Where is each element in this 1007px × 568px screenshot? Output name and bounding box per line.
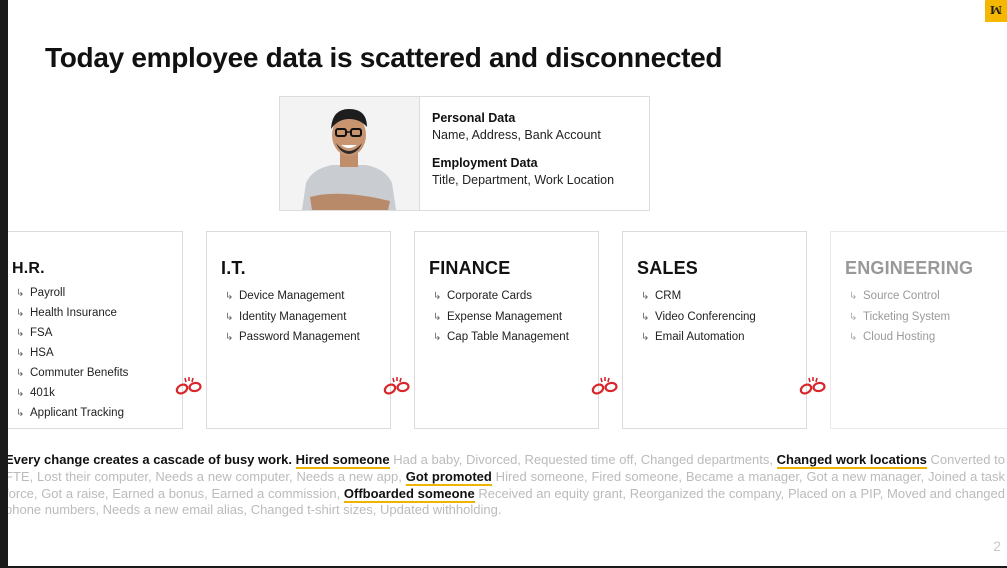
arrow-icon: ↳	[225, 332, 234, 343]
paragraph-text: Had a baby, Divorced, Requested time off…	[389, 452, 777, 467]
employee-profile-card: Personal Data Name, Address, Bank Accoun…	[279, 96, 650, 211]
highlight-offboarded: Offboarded someone	[343, 485, 475, 503]
arrow-icon: ↳	[16, 308, 25, 319]
list-item: ↳ CRM	[641, 290, 682, 302]
list-item: ↳ Email Automation	[641, 331, 745, 343]
slide: ꟽ Today employee data is scattered and d…	[8, 0, 1007, 566]
cascade-paragraph: Every change creates a cascade of busy w…	[8, 452, 1005, 519]
employee-photo	[280, 97, 420, 210]
highlight-changed-locations: Changed work locations	[776, 452, 927, 469]
paragraph-lead: Every change creates a cascade of busy w…	[8, 452, 292, 467]
list-item: ↳ Corporate Cards	[433, 290, 533, 302]
list-item: ↳ Ticketing System	[849, 310, 951, 323]
arrow-icon: ↳	[433, 311, 442, 323]
broken-link-icon	[799, 377, 826, 395]
highlight-hired: Hired someone	[295, 452, 390, 469]
arrow-icon: ↳	[16, 368, 25, 379]
list-item: ↳ Cap Table Management	[433, 331, 569, 343]
arrow-icon: ↳	[16, 388, 25, 399]
broken-link-icon	[383, 377, 410, 395]
arrow-icon: ↳	[16, 348, 25, 359]
list-item: ↳ Payroll	[16, 287, 66, 299]
list-item: ↳ Health Insurance	[16, 307, 117, 319]
list-item: ↳ Video Conferencing	[641, 310, 756, 323]
personal-data-fields: Name, Address, Bank Account	[432, 128, 601, 142]
arrow-icon: ↳	[641, 311, 650, 323]
arrow-icon: ↳	[849, 311, 858, 323]
dept-title: SALES	[637, 258, 699, 278]
broken-link-icon	[591, 377, 618, 395]
dept-card-sales: SALES ↳ CRM ↳ Video Conferencing ↳ Email Au…	[622, 231, 807, 429]
employment-data-heading: Employment Data	[432, 156, 538, 170]
personal-data-heading: Personal Data	[432, 111, 516, 125]
arrow-icon: ↳	[849, 332, 858, 343]
dept-title: H.R.	[12, 260, 45, 277]
dept-card-finance: FINANCE ↳ Corporate Cards ↳ Expense Manage…	[414, 231, 599, 429]
arrow-icon: ↳	[225, 311, 234, 323]
employment-data-fields: Title, Department, Work Location	[432, 173, 615, 187]
list-item: ↳ Cloud Hosting	[849, 331, 936, 343]
list-item: ↳ Source Control	[849, 290, 940, 302]
arrow-icon: ↳	[641, 332, 650, 343]
list-item: ↳ Password Management	[225, 331, 360, 343]
list-item: ↳ Device Management	[225, 290, 345, 302]
list-item: ↳ HSA	[16, 347, 54, 359]
arrow-icon: ↳	[641, 291, 650, 302]
list-item: ↳ Applicant Tracking	[16, 407, 124, 419]
list-item: ↳ Expense Management	[433, 310, 563, 323]
arrow-icon: ↳	[433, 291, 442, 302]
arrow-icon: ↳	[225, 291, 234, 302]
arrow-icon: ↳	[433, 332, 442, 343]
dept-card-engineering: ENGINEERING ↳ Source Control ↳ Ticketing S…	[830, 231, 1007, 429]
dept-card-hr: H.R. ↳ Payroll ↳ Health Insurance ↳ FSA ↳ HS…	[8, 231, 183, 429]
arrow-icon: ↳	[16, 288, 25, 299]
dept-title: I.T.	[221, 258, 246, 278]
list-item: ↳ FSA	[16, 327, 53, 339]
page-title: Today employee data is scattered and dis…	[45, 42, 723, 73]
dept-title: ENGINEERING	[845, 258, 974, 278]
arrow-icon: ↳	[16, 328, 25, 339]
arrow-icon: ↳	[16, 408, 25, 419]
list-item: ↳ Identity Management	[225, 310, 347, 323]
page-number: 2	[993, 538, 1001, 554]
arrow-icon: ↳	[849, 291, 858, 302]
list-item: ↳ Commuter Benefits	[16, 367, 129, 379]
broken-link-icon	[175, 377, 202, 395]
dept-card-it: I.T. ↳ Device Management ↳ Identity Manage…	[206, 231, 391, 429]
list-item: ↳ 401k	[16, 387, 55, 399]
brand-logo-icon: ꟽ	[985, 0, 1007, 22]
highlight-promoted: Got promoted	[405, 468, 492, 486]
dept-title: FINANCE	[429, 258, 511, 278]
